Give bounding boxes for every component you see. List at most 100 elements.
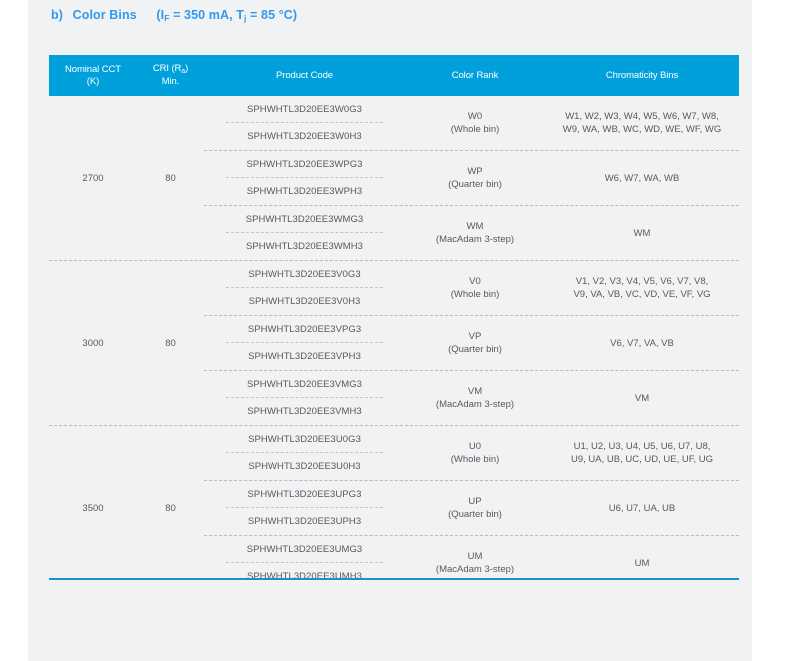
product-code-cell: SPHWHTL3D20EE3V0G3 SPHWHTL3D20EE3V0H3: [204, 261, 405, 315]
product-code-wrap: SPHWHTL3D20EE3VPH3: [204, 343, 405, 370]
header-product-code: Product Code: [276, 69, 333, 81]
color-rank-note: (Whole bin): [450, 124, 500, 135]
product-code-value: SPHWHTL3D20EE3UMG3: [226, 536, 383, 563]
chromaticity-bin-line: W9, WA, WB, WC, WD, WE, WF, WG: [562, 124, 722, 135]
header-cri-close: ): [185, 63, 189, 74]
cell-color-rank: V0 (Whole bin): [405, 261, 545, 315]
color-rank-note: (Quarter bin): [448, 179, 502, 190]
table-row: SPHWHTL3D20EE3VPG3 SPHWHTL3D20EE3VPH3 VP (Q…: [204, 316, 739, 371]
cct-group: 3500 80 SPHWHTL3D20EE3U0G3 SPHWHTL3D20EE3U0…: [49, 426, 739, 590]
color-rank-note: (MacAdam 3-step): [435, 399, 515, 410]
cell-chromaticity-bins: V6, V7, VA, VB: [545, 316, 739, 370]
product-code-value: SPHWHTL3D20EE3VPH3: [248, 351, 361, 362]
product-code-wrap: SPHWHTL3D20EE3VMG3: [204, 371, 405, 398]
product-code-cell: SPHWHTL3D20EE3UMG3 SPHWHTL3D20EE3UMH3: [204, 536, 405, 590]
chromaticity-bin-line: U9, UA, UB, UC, UD, UE, UF, UG: [571, 454, 713, 465]
cell-chromaticity-bins: W1, W2, W3, W4, W5, W6, W7, W8, W9, WA, W…: [545, 96, 739, 150]
product-code-value: SPHWHTL3D20EE3UPG3: [226, 481, 383, 508]
cell-color-rank: WP (Quarter bin): [405, 151, 545, 205]
product-code-wrap: SPHWHTL3D20EE3V0G3: [204, 261, 405, 288]
cell-chromaticity-bins: WM: [545, 206, 739, 260]
cell-chromaticity-bins: VM: [545, 371, 739, 425]
condition-mid: = 350 mA, T: [169, 8, 244, 22]
cell-color-rank: VM (MacAdam 3-step): [405, 371, 545, 425]
product-code-wrap: SPHWHTL3D20EE3VPG3: [204, 316, 405, 343]
section-heading: b) Color Bins (IF = 350 mA, Tj = 85 °C): [51, 8, 298, 23]
product-code-wrap: SPHWHTL3D20EE3UMH3: [204, 563, 405, 590]
product-code-wrap: SPHWHTL3D20EE3V0H3: [204, 288, 405, 315]
cell-nominal-cct: 2700: [82, 172, 104, 184]
cell-chromaticity-bins: U6, U7, UA, UB: [545, 481, 739, 535]
product-code-wrap: SPHWHTL3D20EE3WMG3: [204, 206, 405, 233]
cell-chromaticity-bins: UM: [545, 536, 739, 590]
product-code-cell: SPHWHTL3D20EE3UPG3 SPHWHTL3D20EE3UPH3: [204, 481, 405, 535]
color-rank-note: (Whole bin): [450, 289, 500, 300]
chromaticity-bin-line: WM: [633, 227, 651, 239]
color-rank-code: UM: [467, 551, 483, 562]
cell-chromaticity-bins: V1, V2, V3, V4, V5, V6, V7, V8, V9, VA, V…: [545, 261, 739, 315]
cell-color-rank: VP (Quarter bin): [405, 316, 545, 370]
cell-chromaticity-bins: U1, U2, U3, U4, U5, U6, U7, U8, U9, UA, U…: [545, 426, 739, 480]
color-bins-table: Nominal CCT (K) CRI (Ra) Min. Product Co…: [49, 55, 739, 590]
product-code-cell: SPHWHTL3D20EE3W0G3 SPHWHTL3D20EE3W0H3: [204, 96, 405, 150]
table-row: SPHWHTL3D20EE3W0G3 SPHWHTL3D20EE3W0H3 W0 (W…: [204, 96, 739, 151]
product-code-cell: SPHWHTL3D20EE3U0G3 SPHWHTL3D20EE3U0H3: [204, 426, 405, 480]
product-code-wrap: SPHWHTL3D20EE3WPG3: [204, 151, 405, 178]
product-code-wrap: SPHWHTL3D20EE3U0H3: [204, 453, 405, 480]
product-code-wrap: SPHWHTL3D20EE3UMG3: [204, 536, 405, 563]
table-row: SPHWHTL3D20EE3V0G3 SPHWHTL3D20EE3V0H3 V0 (W…: [204, 261, 739, 316]
product-code-value: SPHWHTL3D20EE3V0G3: [226, 261, 383, 288]
header-chromaticity-bins: Chromaticity Bins: [605, 69, 679, 81]
product-code-cell: SPHWHTL3D20EE3WPG3 SPHWHTL3D20EE3WPH3: [204, 151, 405, 205]
condition-sub-forward-current: F: [164, 13, 170, 23]
chromaticity-bin-line: W1, W2, W3, W4, W5, W6, W7, W8,: [565, 111, 719, 122]
color-rank-note: (MacAdam 3-step): [435, 564, 515, 575]
product-code-value: SPHWHTL3D20EE3WPH3: [246, 186, 363, 197]
product-code-wrap: SPHWHTL3D20EE3VMH3: [204, 398, 405, 425]
cell-nominal-cct: 3000: [82, 337, 104, 349]
color-rank-code: VP: [468, 331, 482, 342]
rank-group-stack: SPHWHTL3D20EE3V0G3 SPHWHTL3D20EE3V0H3 V0 (W…: [204, 261, 739, 425]
chromaticity-bin-line: W6, W7, WA, WB: [604, 172, 680, 184]
product-code-wrap: SPHWHTL3D20EE3W0G3: [204, 96, 405, 123]
product-code-cell: SPHWHTL3D20EE3VPG3 SPHWHTL3D20EE3VPH3: [204, 316, 405, 370]
product-code-wrap: SPHWHTL3D20EE3WPH3: [204, 178, 405, 205]
table-header-row: Nominal CCT (K) CRI (Ra) Min. Product Co…: [49, 55, 739, 96]
cell-nominal-cct: 3500: [82, 502, 104, 514]
page-sheet: b) Color Bins (IF = 350 mA, Tj = 85 °C) …: [28, 0, 752, 661]
condition-suffix: = 85 °C): [246, 8, 298, 22]
header-nominal-cct-unit: (K): [86, 75, 100, 87]
chromaticity-bin-line: UM: [634, 557, 650, 569]
table-row: SPHWHTL3D20EE3VMG3 SPHWHTL3D20EE3VMH3 VM (M…: [204, 371, 739, 425]
product-code-wrap: SPHWHTL3D20EE3W0H3: [204, 123, 405, 150]
product-code-cell: SPHWHTL3D20EE3WMG3 SPHWHTL3D20EE3WMH3: [204, 206, 405, 260]
color-rank-note: (Whole bin): [450, 454, 500, 465]
color-rank-code: V0: [469, 276, 481, 287]
product-code-value: SPHWHTL3D20EE3WMH3: [245, 241, 364, 252]
cell-color-rank: WM (MacAdam 3-step): [405, 206, 545, 260]
header-cri-min: Min.: [161, 76, 180, 87]
product-code-value: SPHWHTL3D20EE3U0G3: [226, 426, 383, 453]
product-code-wrap: SPHWHTL3D20EE3UPG3: [204, 481, 405, 508]
cct-group: 3000 80 SPHWHTL3D20EE3V0G3 SPHWHTL3D20EE3V0…: [49, 261, 739, 426]
product-code-value: SPHWHTL3D20EE3V0H3: [248, 296, 361, 307]
table-row: SPHWHTL3D20EE3U0G3 SPHWHTL3D20EE3U0H3 U0 (W…: [204, 426, 739, 481]
color-rank-code: VM: [467, 386, 483, 397]
header-cri: CRI (Ra) Min.: [137, 55, 204, 96]
product-code-value: SPHWHTL3D20EE3UMH3: [247, 571, 362, 582]
header-nominal-cct-label: Nominal CCT: [65, 63, 121, 75]
product-code-value: SPHWHTL3D20EE3WPG3: [226, 151, 383, 178]
cell-color-rank: UP (Quarter bin): [405, 481, 545, 535]
rank-group-stack: SPHWHTL3D20EE3U0G3 SPHWHTL3D20EE3U0H3 U0 (W…: [204, 426, 739, 590]
table-row: SPHWHTL3D20EE3UPG3 SPHWHTL3D20EE3UPH3 UP (Q…: [204, 481, 739, 536]
header-nominal-cct: Nominal CCT (K): [49, 55, 137, 96]
product-code-value: SPHWHTL3D20EE3W0G3: [226, 96, 383, 123]
product-code-value: SPHWHTL3D20EE3U0H3: [248, 461, 361, 472]
product-code-value: SPHWHTL3D20EE3W0H3: [247, 131, 362, 142]
chromaticity-bin-line: V9, VA, VB, VC, VD, VE, VF, VG: [573, 289, 711, 300]
chromaticity-bin-line: V1, V2, V3, V4, V5, V6, V7, V8,: [575, 276, 709, 287]
cell-cri: 80: [165, 502, 176, 514]
header-cri-label: CRI (Ra): [153, 63, 188, 76]
rank-group-stack: SPHWHTL3D20EE3W0G3 SPHWHTL3D20EE3W0H3 W0 (W…: [204, 96, 739, 260]
color-rank-note: (Quarter bin): [448, 344, 502, 355]
